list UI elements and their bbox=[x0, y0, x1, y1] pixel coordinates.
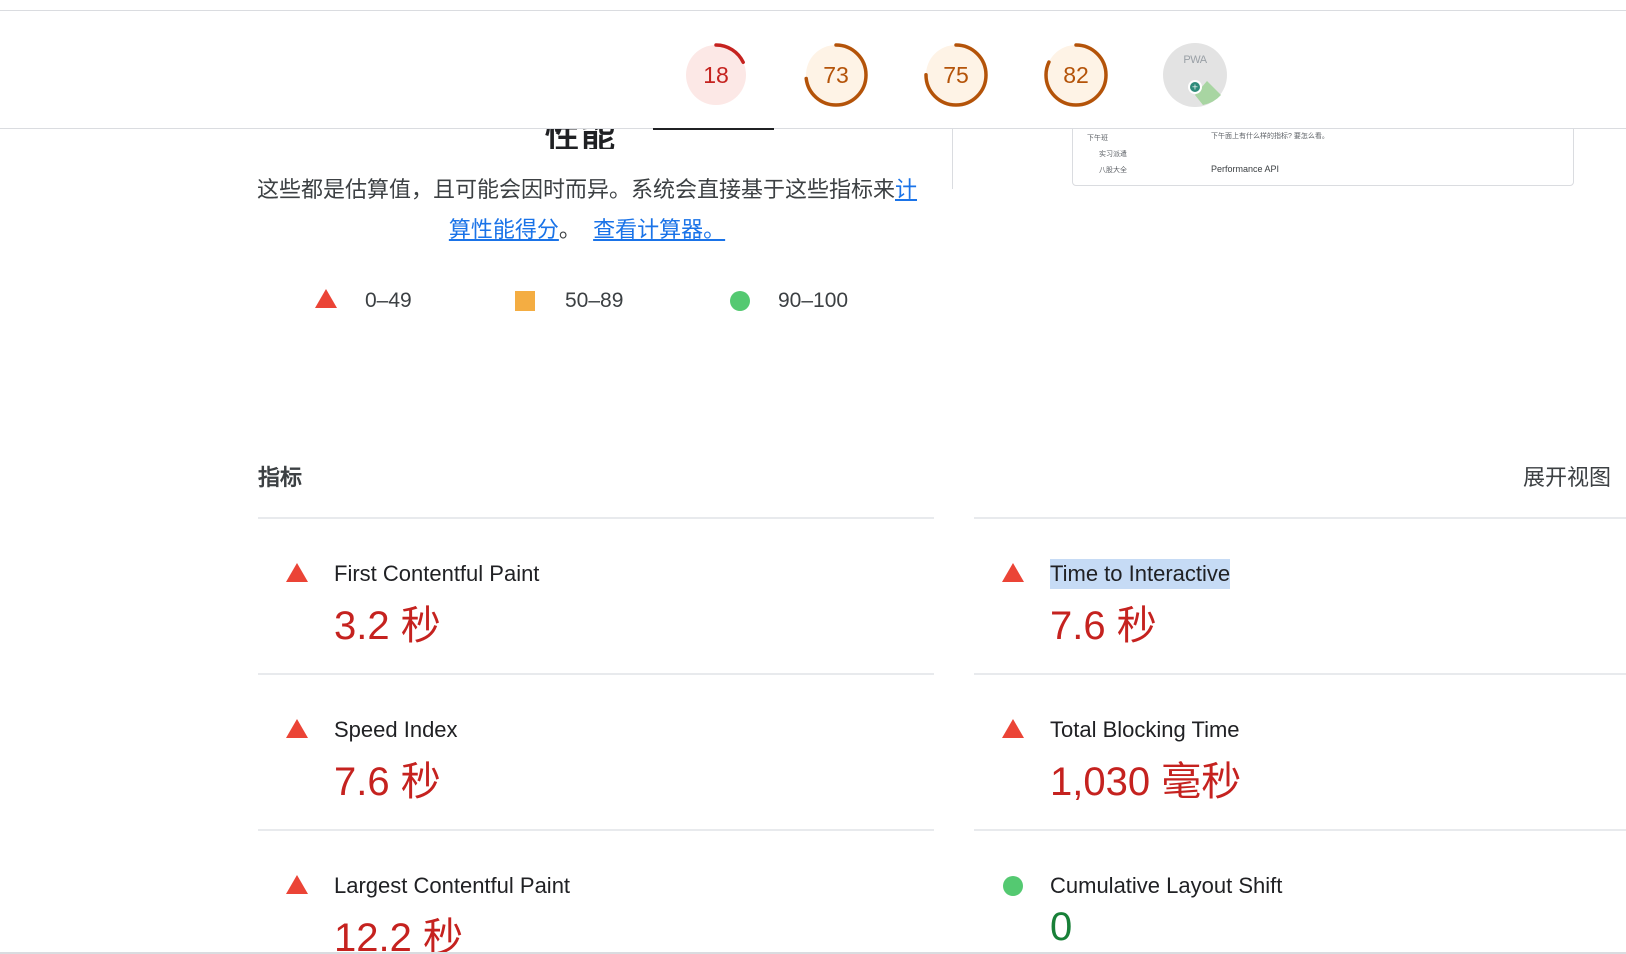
fail-triangle-icon bbox=[286, 875, 308, 894]
metric-first-contentful-paint: First Contentful Paint 3.2 秒 bbox=[258, 519, 918, 669]
metric-cumulative-layout-shift: Cumulative Layout Shift 0 bbox=[974, 831, 1626, 952]
metric-time-to-interactive: Time to Interactive 7.6 秒 bbox=[974, 519, 1626, 669]
active-tab-indicator bbox=[653, 128, 774, 130]
score-gauge-seo[interactable]: 82 bbox=[1044, 43, 1108, 107]
metric-largest-contentful-paint: Largest Contentful Paint 12.2 秒 bbox=[258, 831, 918, 952]
average-square-icon bbox=[515, 291, 535, 311]
metric-speed-index: Speed Index 7.6 秒 bbox=[258, 675, 918, 825]
legend-fail: 0–49 bbox=[315, 285, 465, 315]
metrics-title: 指标 bbox=[258, 465, 303, 490]
fail-triangle-icon bbox=[286, 563, 308, 582]
metric-total-blocking-time: Total Blocking Time 1,030 毫秒 bbox=[974, 675, 1626, 825]
pwa-badge[interactable]: + PWA bbox=[1163, 43, 1227, 107]
pass-circle-icon bbox=[1003, 876, 1023, 896]
score-gauge-accessibility[interactable]: 73 bbox=[804, 43, 868, 107]
column-divider bbox=[952, 129, 953, 189]
view-calculator-link[interactable]: 查看计算器。 bbox=[593, 217, 725, 242]
fail-triangle-icon bbox=[1002, 719, 1024, 738]
legend-pass: 90–100 bbox=[730, 285, 890, 315]
score-gauge-performance[interactable]: 18 bbox=[684, 43, 748, 107]
fail-triangle-icon bbox=[315, 289, 337, 308]
score-gauge-best-practices[interactable]: 75 bbox=[924, 43, 988, 107]
expand-view-toggle[interactable]: 展开视图 bbox=[1523, 460, 1611, 492]
score-description: 这些都是估算值，且可能会因时而异。系统会直接基于这些指标来计算性能得分。 查看计… bbox=[256, 177, 918, 242]
legend-average: 50–89 bbox=[515, 285, 665, 315]
fail-triangle-icon bbox=[1002, 563, 1024, 582]
svg-text:+: + bbox=[1192, 83, 1199, 92]
fail-triangle-icon bbox=[286, 719, 308, 738]
pass-circle-icon bbox=[730, 291, 750, 311]
sticky-score-header: 18 73 75 82 + PWA bbox=[0, 11, 1626, 129]
pwa-icon: + bbox=[1163, 43, 1227, 107]
